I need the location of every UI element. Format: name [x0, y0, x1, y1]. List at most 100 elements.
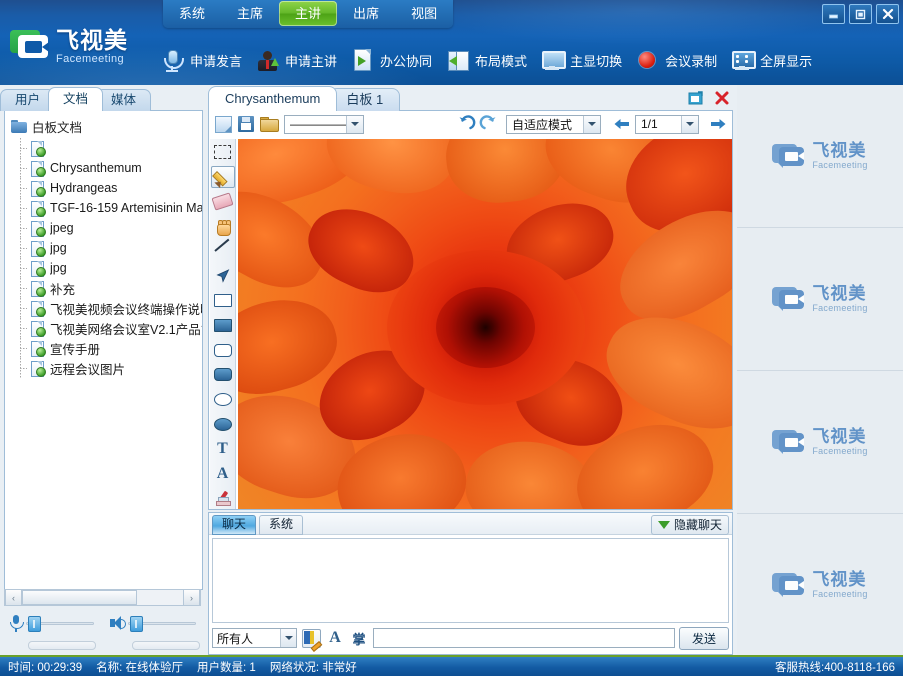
tree-item[interactable]: jpeg: [17, 218, 202, 238]
restore-document-button[interactable]: [687, 89, 705, 107]
tree-item[interactable]: TGF-16-159 Artemisinin Ma: [17, 198, 202, 218]
chat-recipient-dropdown[interactable]: 所有人: [212, 628, 297, 648]
close-document-button[interactable]: [713, 89, 731, 107]
close-button[interactable]: [876, 4, 899, 24]
chat-tab-system[interactable]: 系统: [259, 515, 303, 535]
rounded-rectangle-filled-tool[interactable]: [211, 364, 235, 387]
undo-icon[interactable]: [456, 114, 476, 134]
maximize-button[interactable]: [849, 4, 872, 24]
tab-documents[interactable]: 文档: [48, 87, 103, 111]
hand-pan-tool[interactable]: [211, 215, 235, 238]
video-logo-cn: 飞视美: [812, 428, 867, 445]
font-tool[interactable]: A: [211, 463, 235, 486]
speaker-volume-slider[interactable]: [128, 616, 196, 630]
toolbar-button-office-collaboration[interactable]: 办公协同: [345, 45, 440, 75]
scrollbar-thumb[interactable]: [22, 590, 137, 605]
marquee-select-tool[interactable]: [211, 141, 235, 164]
chevron-down-icon[interactable]: [346, 116, 363, 133]
scroll-left-button[interactable]: ‹: [5, 589, 22, 606]
scroll-right-button[interactable]: ›: [183, 589, 200, 606]
send-button[interactable]: 发送: [679, 627, 729, 650]
minimize-button[interactable]: [822, 4, 845, 24]
menu-item-attendance[interactable]: 出席: [337, 0, 395, 28]
stamp-tool[interactable]: [211, 487, 235, 510]
tree-item[interactable]: 补充: [17, 278, 202, 298]
microphone-volume-slider[interactable]: [26, 616, 94, 630]
tree-item[interactable]: 飞视美视频会议终端操作说明: [17, 298, 202, 318]
window-controls: [822, 4, 899, 24]
emoji-picker-icon[interactable]: [301, 628, 321, 648]
tree-root-whiteboard-docs[interactable]: 白板文档: [9, 115, 202, 138]
toolbar-button-layout-mode[interactable]: 布局模式: [440, 45, 535, 75]
rectangle-outline-tool[interactable]: [211, 289, 235, 312]
video-cell[interactable]: 飞视美 Facemeeting: [737, 85, 903, 228]
tree-item-label: jpg: [50, 261, 67, 275]
microphone-icon: [6, 614, 26, 632]
document-canvas-image[interactable]: [238, 139, 733, 509]
close-document-icon: [714, 90, 730, 106]
arrow-right-icon[interactable]: [708, 114, 728, 134]
tab-media[interactable]: 媒体: [96, 89, 151, 111]
tree-item[interactable]: 远程会议图片: [17, 358, 202, 378]
new-page-icon[interactable]: [213, 114, 233, 134]
hand-raise-icon[interactable]: 掌: [349, 628, 369, 648]
save-icon[interactable]: [236, 114, 256, 134]
doc-tab-chrysanthemum[interactable]: Chrysanthemum: [208, 86, 337, 111]
open-folder-icon[interactable]: [259, 114, 279, 134]
tree-item[interactable]: 飞视美网络会议室V2.1产品简: [17, 318, 202, 338]
menu-item-view[interactable]: 视图: [395, 0, 453, 28]
tree-item[interactable]: 宣传手册: [17, 338, 202, 358]
tree-item[interactable]: jpg: [17, 258, 202, 278]
chat-input[interactable]: [373, 628, 675, 648]
toolbar-button-request-speak[interactable]: 申请发言: [155, 45, 250, 75]
video-cell[interactable]: 飞视美 Facemeeting: [737, 514, 903, 656]
video-cell[interactable]: 飞视美 Facemeeting: [737, 228, 903, 371]
line-tool[interactable]: [211, 240, 235, 263]
chevron-down-icon[interactable]: [280, 629, 296, 647]
zoom-mode-dropdown[interactable]: 自适应模式: [506, 115, 601, 134]
status-network: 网络状况: 非常好: [270, 659, 357, 675]
tree-root-label: 白板文档: [32, 117, 82, 136]
logo-text-en: Facemeeting: [56, 54, 128, 65]
tree-item[interactable]: jpg: [17, 238, 202, 258]
toolbar-button-request-present[interactable]: 申请主讲: [250, 45, 345, 75]
menu-item-chairman[interactable]: 主席: [221, 0, 279, 28]
menu-item-presenter[interactable]: 主讲: [279, 1, 337, 26]
chat-tab-chat[interactable]: 聊天: [212, 515, 256, 535]
rectangle-filled-tool[interactable]: [211, 314, 235, 337]
rounded-rectangle-outline-tool[interactable]: [211, 339, 235, 362]
toolbar-button-main-display-switch[interactable]: 主显切换: [535, 45, 630, 75]
ellipse-outline-tool[interactable]: [211, 388, 235, 411]
pencil-tool[interactable]: [211, 166, 235, 189]
tree-item[interactable]: Hydrangeas: [17, 178, 202, 198]
tab-users[interactable]: 用户: [0, 89, 55, 111]
chevron-down-icon[interactable]: [583, 116, 600, 133]
video-cell[interactable]: 飞视美 Facemeeting: [737, 371, 903, 514]
doc-tab-whiteboard-1[interactable]: 白板 1: [329, 88, 400, 111]
menu-item-system[interactable]: 系统: [163, 0, 221, 28]
chevron-down-icon[interactable]: [681, 116, 698, 133]
logo-text-cn: 飞视美: [56, 29, 128, 52]
line-style-dropdown[interactable]: —————: [284, 115, 364, 134]
toolbar-button-fullscreen[interactable]: 全屏显示: [725, 45, 820, 75]
record-icon: [634, 47, 660, 73]
chat-message-log[interactable]: [212, 538, 729, 623]
tree-horizontal-scrollbar[interactable]: ‹ ›: [4, 589, 201, 606]
arrow-left-icon[interactable]: [612, 114, 632, 134]
toolbar-button-record-meeting[interactable]: 会议录制: [630, 45, 725, 75]
font-color-icon[interactable]: A: [325, 628, 345, 648]
tree-item[interactable]: [17, 138, 202, 158]
text-tool[interactable]: T: [211, 438, 235, 461]
logo-camera-bubble-icon: [772, 571, 806, 599]
page-number-dropdown[interactable]: 1/1: [635, 115, 699, 134]
tree-item[interactable]: Chrysanthemum: [17, 158, 202, 178]
arrow-pointer-tool[interactable]: [211, 265, 235, 288]
ellipse-filled-tool[interactable]: [211, 413, 235, 436]
hide-chat-button[interactable]: 隐藏聊天: [651, 515, 729, 535]
doc-file-icon: [30, 320, 45, 336]
eraser-tool[interactable]: [211, 190, 235, 213]
redo-icon[interactable]: [479, 114, 499, 134]
scrollbar-track[interactable]: [22, 590, 183, 605]
toolbar-label-request-present: 申请主讲: [285, 51, 337, 70]
logo-camera-bubble-icon: [772, 428, 806, 456]
